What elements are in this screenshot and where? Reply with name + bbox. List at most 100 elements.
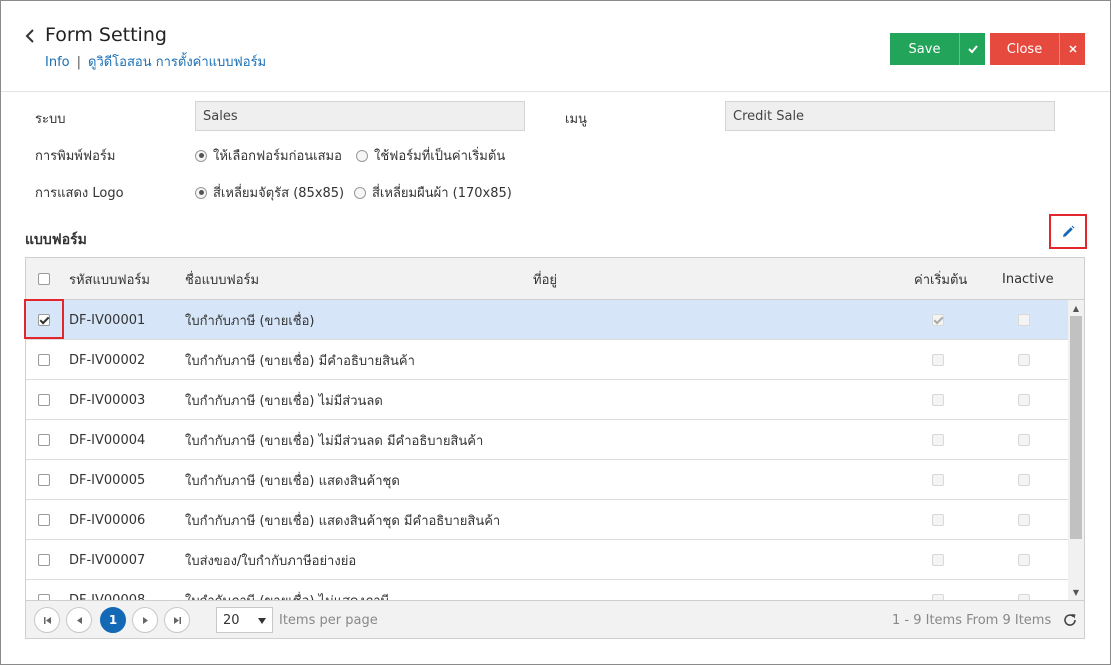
table-row[interactable]: DF-IV00008 ใบกำกับภาษี (ขายเชื่อ) ไม่แสดง… <box>26 580 1068 600</box>
form-code-cell: DF-IV00002 <box>69 352 146 368</box>
row-checkbox-cell <box>38 500 50 540</box>
inactive-checkbox <box>1018 554 1030 566</box>
form-name-cell: ใบกำกับภาษี (ขายเชื่อ) มีคำอธิบายสินค้า <box>185 353 415 369</box>
grid-rows: DF-IV00001 ใบกำกับภาษี (ขายเชื่อ) DF-IV000… <box>26 300 1068 600</box>
check-icon <box>967 45 978 54</box>
scroll-thumb[interactable] <box>1070 316 1082 539</box>
edit-button[interactable] <box>1049 214 1087 249</box>
form-code-cell: DF-IV00001 <box>69 312 146 328</box>
row-checkbox-cell <box>38 540 50 580</box>
logo-option-square[interactable]: สี่เหลี่ยมจัตุรัส (85x85) <box>195 182 344 203</box>
refresh-icon[interactable] <box>1062 612 1078 628</box>
page-button-current[interactable]: 1 <box>100 607 126 633</box>
default-checkbox-cell <box>932 420 944 460</box>
prev-page-icon <box>76 616 82 624</box>
table-row[interactable]: DF-IV00005 ใบกำกับภาษี (ขายเชื่อ) แสดงสิน… <box>26 460 1068 500</box>
form-code-cell: DF-IV00005 <box>69 472 146 488</box>
page-size-value: 20 <box>223 612 240 628</box>
inactive-checkbox-cell <box>1018 500 1030 540</box>
last-page-icon <box>173 616 181 624</box>
default-checkbox <box>932 314 944 326</box>
table-row[interactable]: DF-IV00004 ใบกำกับภาษี (ขายเชื่อ) ไม่มีส่… <box>26 420 1068 460</box>
inactive-checkbox-cell <box>1018 300 1030 340</box>
scroll-down-icon[interactable]: ▼ <box>1068 584 1084 600</box>
form-name-cell: ใบกำกับภาษี (ขายเชื่อ) <box>185 313 315 329</box>
first-page-icon <box>43 616 51 624</box>
radio-selected <box>195 149 207 162</box>
row-checkbox[interactable] <box>38 354 50 366</box>
row-checkbox[interactable] <box>38 394 50 406</box>
table-row[interactable]: DF-IV00001 ใบกำกับภาษี (ขายเชื่อ) <box>26 300 1068 340</box>
inactive-checkbox-cell <box>1018 420 1030 460</box>
default-checkbox <box>932 474 944 486</box>
inactive-checkbox-cell <box>1018 340 1030 380</box>
row-checkbox-cell <box>38 380 50 420</box>
radio-unselected <box>354 186 366 199</box>
form-code-cell: DF-IV00004 <box>69 432 146 448</box>
last-page-button[interactable] <box>164 607 190 633</box>
form-code-cell: DF-IV00006 <box>69 512 146 528</box>
grid-header: รหัสแบบฟอร์ม ชื่อแบบฟอร์ม ที่อยู่ ค่าเริ… <box>26 258 1084 300</box>
close-button[interactable]: Close <box>990 33 1059 65</box>
row-checkbox-cell <box>38 460 50 500</box>
print-option-label: ให้เลือกฟอร์มก่อนเสมอ <box>213 149 342 164</box>
column-header-inactive[interactable]: Inactive <box>1002 258 1054 300</box>
column-header-code[interactable]: รหัสแบบฟอร์ม <box>69 258 150 300</box>
save-check-button[interactable] <box>959 33 985 65</box>
next-page-button[interactable] <box>132 607 158 633</box>
column-header-address[interactable]: ที่อยู่ <box>533 258 557 300</box>
back-chevron-icon[interactable] <box>23 27 37 45</box>
system-label: ระบบ <box>35 112 66 127</box>
inactive-checkbox <box>1018 354 1030 366</box>
table-row[interactable]: DF-IV00006 ใบกำกับภาษี (ขายเชื่อ) แสดงสิน… <box>26 500 1068 540</box>
default-checkbox-cell <box>932 460 944 500</box>
close-x-button[interactable] <box>1059 33 1085 65</box>
menu-field: Credit Sale <box>725 101 1055 131</box>
page-size-select[interactable]: 20 <box>216 607 273 633</box>
row-checkbox[interactable] <box>38 474 50 486</box>
inactive-checkbox-cell <box>1018 580 1030 600</box>
form-code-cell: DF-IV00003 <box>69 392 146 408</box>
row-checkbox[interactable] <box>38 314 50 326</box>
inactive-checkbox <box>1018 474 1030 486</box>
form-name-cell: ใบกำกับภาษี (ขายเชื่อ) แสดงสินค้าชุด มีค… <box>185 513 501 529</box>
default-checkbox-cell <box>932 540 944 580</box>
breadcrumb-video-link[interactable]: ดูวิดีโอสอน การตั้งค่าแบบฟอร์ม <box>88 55 266 70</box>
logo-option-rectangle[interactable]: สี่เหลี่ยมผืนผ้า (170x85) <box>354 182 512 203</box>
table-row[interactable]: DF-IV00007 ใบส่งของ/ใบกำกับภาษีอย่างย่อ <box>26 540 1068 580</box>
form-code-cell: DF-IV00008 <box>69 592 146 601</box>
column-header-name[interactable]: ชื่อแบบฟอร์ม <box>185 258 259 300</box>
default-checkbox-cell <box>932 340 944 380</box>
print-option-label: ใช้ฟอร์มที่เป็นค่าเริ่มต้น <box>374 149 506 164</box>
breadcrumb-info-link[interactable]: Info <box>45 55 70 70</box>
table-row[interactable]: DF-IV00002 ใบกำกับภาษี (ขายเชื่อ) มีคำอธิ… <box>26 340 1068 380</box>
select-all-checkbox[interactable] <box>38 273 50 285</box>
prev-page-button[interactable] <box>66 607 92 633</box>
chevron-down-icon <box>258 618 266 624</box>
form-setting-window: Form Setting Info | ดูวิดีโอสอน การตั้งค่า… <box>0 0 1111 665</box>
select-all-checkbox-cell <box>38 258 50 300</box>
column-header-default[interactable]: ค่าเริ่มต้น <box>914 258 967 300</box>
form-name-cell: ใบกำกับภาษี (ขายเชื่อ) ไม่มีส่วนลด <box>185 393 383 409</box>
print-option-use-default[interactable]: ใช้ฟอร์มที่เป็นค่าเริ่มต้น <box>356 145 505 166</box>
row-checkbox[interactable] <box>38 434 50 446</box>
grid-scrollbar[interactable]: ▲ ▼ <box>1068 300 1084 600</box>
first-page-button[interactable] <box>34 607 60 633</box>
row-checkbox[interactable] <box>38 514 50 526</box>
next-page-icon <box>142 616 148 624</box>
scroll-up-icon[interactable]: ▲ <box>1068 300 1084 316</box>
inactive-checkbox-cell <box>1018 540 1030 580</box>
row-checkbox-cell <box>38 300 50 340</box>
logo-option-label: สี่เหลี่ยมผืนผ้า (170x85) <box>372 186 512 201</box>
table-row[interactable]: DF-IV00003 ใบกำกับภาษี (ขายเชื่อ) ไม่มีส่… <box>26 380 1068 420</box>
inactive-checkbox-cell <box>1018 460 1030 500</box>
row-checkbox[interactable] <box>38 554 50 566</box>
inactive-checkbox <box>1018 394 1030 406</box>
logo-option-label: สี่เหลี่ยมจัตุรัส (85x85) <box>213 186 345 201</box>
form-name-cell: ใบกำกับภาษี (ขายเชื่อ) ไม่มีส่วนลด มีคำอ… <box>185 433 484 449</box>
save-button[interactable]: Save <box>890 33 959 65</box>
print-option-always-choose[interactable]: ให้เลือกฟอร์มก่อนเสมอ <box>195 145 342 166</box>
inactive-checkbox <box>1018 434 1030 446</box>
default-checkbox-cell <box>932 380 944 420</box>
forms-grid: รหัสแบบฟอร์ม ชื่อแบบฟอร์ม ที่อยู่ ค่าเริ… <box>25 257 1085 639</box>
